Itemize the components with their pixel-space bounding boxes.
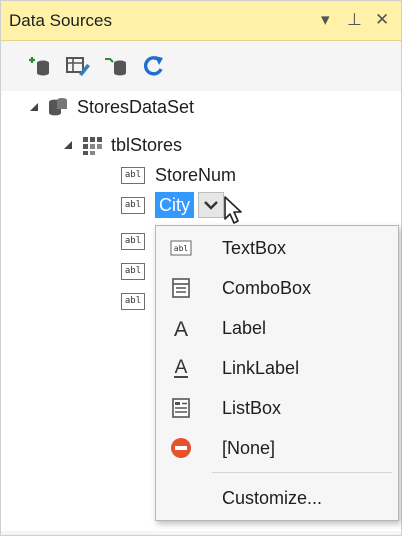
expanded-arrow-icon[interactable] <box>63 140 73 150</box>
panel-title: Data Sources <box>9 11 112 30</box>
dataset-icon <box>49 98 67 116</box>
textbox-field-icon: abl <box>121 292 145 310</box>
chevron-down-icon <box>204 201 218 210</box>
textbox-field-icon: abl <box>121 166 145 184</box>
menu-item-none[interactable]: [None] <box>156 428 398 468</box>
table-label: tblStores <box>111 134 183 155</box>
tree-field-city[interactable]: abl City <box>121 191 224 219</box>
svg-text:A: A <box>174 318 188 339</box>
tree-field[interactable]: abl <box>121 257 155 285</box>
textbox-field-icon: abl <box>121 232 145 250</box>
textbox-icon: abl <box>170 237 192 259</box>
tree-field-storenum[interactable]: abl StoreNum <box>121 161 236 189</box>
dataset-label: StoresDataSet <box>77 96 195 117</box>
tree-field[interactable]: abl <box>121 287 155 315</box>
textbox-field-icon: abl <box>121 196 145 214</box>
svg-text:A: A <box>175 357 188 378</box>
menu-item-combobox[interactable]: ComboBox <box>156 268 398 308</box>
menu-item-label[interactable]: A Label <box>156 308 398 348</box>
add-data-source-icon[interactable] <box>27 54 53 78</box>
data-sources-toolbar <box>1 42 401 90</box>
tree-node-table[interactable]: tblStores <box>63 131 182 159</box>
svg-text:abl: abl <box>174 244 189 253</box>
field-label-selected: City <box>155 192 194 218</box>
field-label: StoreNum <box>155 164 237 185</box>
mouse-pointer-icon <box>224 196 242 224</box>
data-sources-panel: Data Sources ▾ ⊥ ✕ StoresDataSet tblStor… <box>0 0 402 536</box>
textbox-field-icon: abl <box>121 262 145 280</box>
none-icon <box>170 437 192 459</box>
expanded-arrow-icon[interactable] <box>29 102 39 112</box>
listbox-icon <box>170 397 192 419</box>
table-icon <box>83 137 102 155</box>
menu-item-linklabel[interactable]: A LinkLabel <box>156 348 398 388</box>
field-control-dropdown-button[interactable] <box>198 192 224 218</box>
linklabel-icon: A <box>170 357 192 379</box>
menu-separator <box>212 472 392 473</box>
window-position-dropdown-icon[interactable]: ▾ <box>321 9 330 31</box>
close-icon[interactable]: ✕ <box>375 9 389 31</box>
combobox-icon <box>170 277 192 299</box>
label-icon: A <box>170 317 192 339</box>
menu-item-listbox[interactable]: ListBox <box>156 388 398 428</box>
refresh-icon[interactable] <box>141 54 167 78</box>
tree-node-dataset[interactable]: StoresDataSet <box>29 93 194 121</box>
menu-item-textbox[interactable]: abl TextBox <box>156 228 398 268</box>
edit-dataset-designer-icon[interactable] <box>65 54 91 78</box>
tree-field[interactable]: abl <box>121 227 155 255</box>
pin-icon[interactable]: ⊥ <box>347 9 362 31</box>
configure-dataset-icon[interactable] <box>103 54 129 78</box>
control-type-menu: abl TextBox ComboBox A Label A LinkLabel <box>155 225 399 521</box>
panel-title-bar: Data Sources ▾ ⊥ ✕ <box>1 1 401 41</box>
menu-item-customize[interactable]: Customize... <box>156 478 398 518</box>
